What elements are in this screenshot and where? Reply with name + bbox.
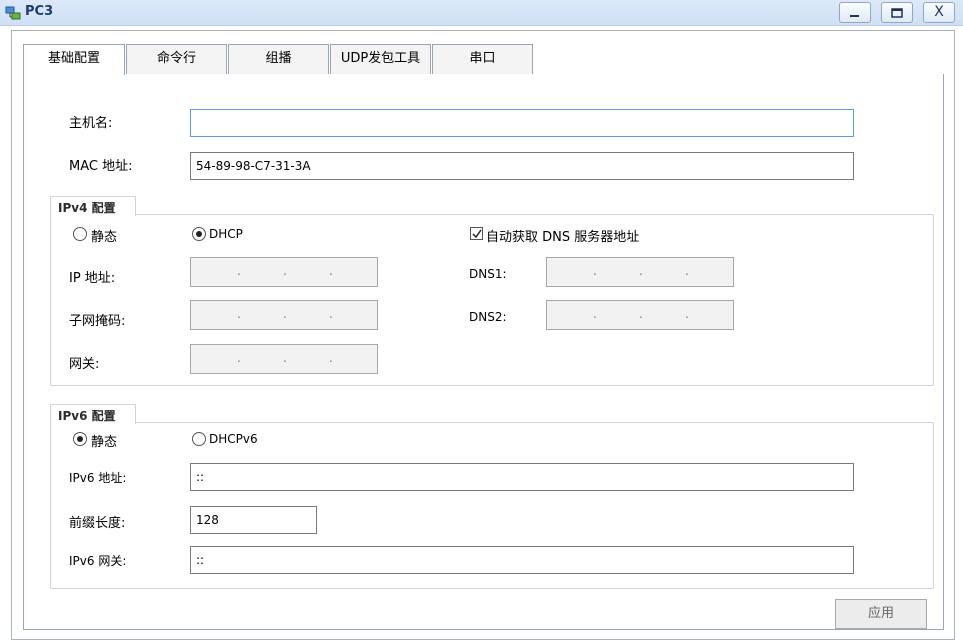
hostname-label: 主机名: xyxy=(69,116,113,131)
ip-dot: . xyxy=(329,351,333,365)
ipv6-address-input[interactable]: :: xyxy=(190,463,854,491)
apply-button[interactable]: 应用 xyxy=(835,599,927,629)
ip-dot: . xyxy=(237,307,241,321)
ip-dot: . xyxy=(685,307,689,321)
ipv4-static-radio[interactable] xyxy=(73,227,87,241)
basic-config-panel: 主机名: MAC 地址: 54-89-98-C7-31-3A IPv4 配置 静… xyxy=(23,74,944,630)
ipv6-static-radio[interactable] xyxy=(73,432,87,446)
window-title: PC3 xyxy=(25,4,54,19)
title-bar: PC3 X xyxy=(0,0,963,26)
maximize-button[interactable] xyxy=(881,2,913,23)
dns2-input[interactable]: ... xyxy=(546,300,734,330)
pc-app-icon xyxy=(5,5,21,21)
dns2-label: DNS2: xyxy=(469,310,507,324)
dns1-label: DNS1: xyxy=(469,267,507,281)
ipv6-address-label: IPv6 地址: xyxy=(69,471,127,485)
ip-address-input[interactable]: ... xyxy=(190,257,378,287)
ip-dot: . xyxy=(283,307,287,321)
tab-serial[interactable]: 串口 xyxy=(432,44,533,74)
dns1-input[interactable]: ... xyxy=(546,257,734,287)
ip-dot: . xyxy=(593,264,597,278)
hostname-input[interactable] xyxy=(190,109,854,137)
minimize-button[interactable] xyxy=(839,2,871,23)
tab-udp-tool[interactable]: UDP发包工具 xyxy=(330,44,431,74)
ip-dot: . xyxy=(283,264,287,278)
tab-basic-config[interactable]: 基础配置 xyxy=(23,44,125,75)
auto-dns-checkbox[interactable] xyxy=(470,227,483,240)
ip-address-label: IP 地址: xyxy=(69,271,116,286)
mac-address-label: MAC 地址: xyxy=(69,159,133,174)
ip-dot: . xyxy=(639,264,643,278)
tab-command-line[interactable]: 命令行 xyxy=(126,44,227,74)
ip-dot: . xyxy=(329,307,333,321)
mac-address-field[interactable]: 54-89-98-C7-31-3A xyxy=(190,152,854,180)
gateway-input[interactable]: ... xyxy=(190,344,378,374)
ipv6-gateway-label: IPv6 网关: xyxy=(69,554,127,568)
subnet-mask-input[interactable]: ... xyxy=(190,300,378,330)
ip-dot: . xyxy=(237,264,241,278)
prefix-length-input[interactable]: 128 xyxy=(190,506,317,534)
ipv4-dhcp-label: DHCP xyxy=(209,227,243,241)
prefix-length-label: 前缀长度: xyxy=(69,516,126,531)
ip-dot: . xyxy=(593,307,597,321)
close-button[interactable]: X xyxy=(923,2,955,23)
ip-dot: . xyxy=(237,351,241,365)
ipv6-gateway-input[interactable]: :: xyxy=(190,546,854,574)
ip-dot: . xyxy=(283,351,287,365)
ipv6-group-title: IPv6 配置 xyxy=(54,407,120,424)
ipv4-group-title: IPv4 配置 xyxy=(54,199,120,216)
ip-dot: . xyxy=(685,264,689,278)
gateway-label: 网关: xyxy=(69,357,100,372)
window-content: 基础配置 命令行 组播 UDP发包工具 串口 主机名: MAC 地址: 54-8… xyxy=(11,30,955,640)
ipv6-dhcpv6-radio[interactable] xyxy=(192,432,206,446)
tab-multicast[interactable]: 组播 xyxy=(228,44,329,74)
ip-dot: . xyxy=(639,307,643,321)
ipv4-static-label: 静态 xyxy=(91,230,118,245)
subnet-mask-label: 子网掩码: xyxy=(69,314,126,329)
ip-dot: . xyxy=(329,264,333,278)
ipv4-dhcp-radio[interactable] xyxy=(192,227,206,241)
ipv6-static-label: 静态 xyxy=(91,435,118,450)
ipv6-dhcpv6-label: DHCPv6 xyxy=(209,432,258,446)
auto-dns-label: 自动获取 DNS 服务器地址 xyxy=(486,230,640,245)
